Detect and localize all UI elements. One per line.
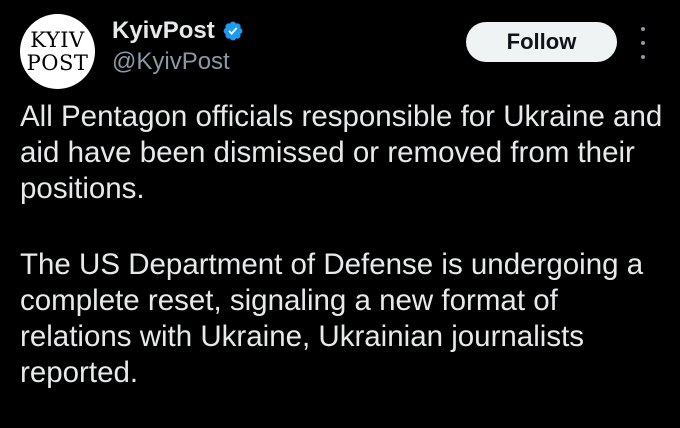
more-dot <box>641 27 645 31</box>
more-dot <box>641 41 645 45</box>
avatar[interactable]: KYIV POST <box>20 14 95 89</box>
more-dot <box>641 55 645 59</box>
tweet-paragraph-2: The US Department of Defense is undergoi… <box>20 248 644 389</box>
tweet-paragraph-1: All Pentagon officials responsible for U… <box>20 100 663 205</box>
avatar-logo-line2: POST <box>26 50 89 75</box>
author-handle[interactable]: @KyivPost <box>112 48 230 76</box>
verified-badge-icon <box>223 21 243 41</box>
author-name[interactable]: KyivPost <box>112 17 215 45</box>
avatar-logo-line1: KYIV <box>30 27 85 52</box>
follow-button[interactable]: Follow <box>466 22 617 62</box>
more-vertical-icon[interactable] <box>636 27 650 59</box>
tweet-text: All Pentagon officials responsible for U… <box>20 99 670 391</box>
author-name-row: KyivPost <box>112 17 244 45</box>
